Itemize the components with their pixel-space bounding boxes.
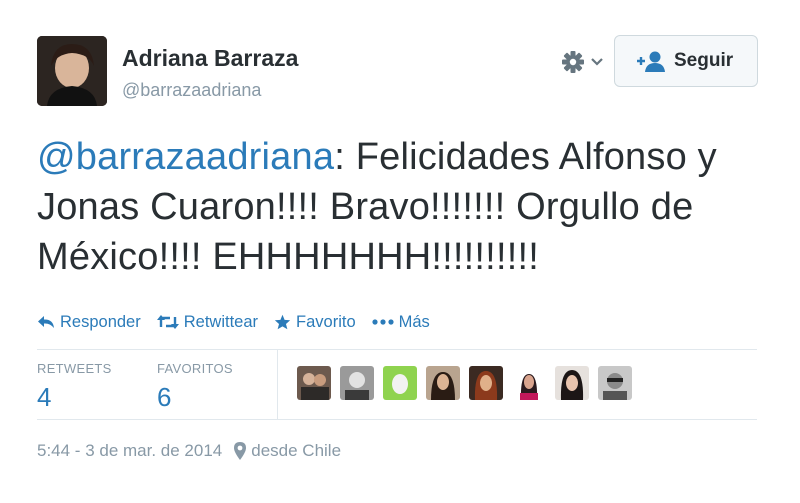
divider: [37, 349, 757, 350]
settings-dropdown[interactable]: [560, 48, 608, 76]
more-label: Más: [398, 312, 430, 331]
follow-button-label: Seguir: [674, 50, 734, 71]
favoriter-avatar[interactable]: [383, 366, 417, 400]
user-name[interactable]: Adriana Barraza: [122, 45, 298, 72]
gear-icon: [562, 51, 603, 73]
retweet-label: Retwittear: [183, 312, 259, 331]
retweets-count: 4: [37, 382, 52, 412]
avatar[interactable]: [37, 36, 107, 106]
retweets-stat[interactable]: RETWEETS 4: [37, 361, 112, 413]
divider: [37, 419, 757, 420]
favorites-count: 6: [157, 382, 172, 412]
favorites-stat[interactable]: FAVORITOS 6: [157, 361, 233, 413]
reply-label: Responder: [60, 312, 141, 331]
tweet-meta: 5:44 - 3 de mar. de 2014 desde Chile: [37, 441, 341, 461]
retweet-button[interactable]: Retwittear: [156, 312, 259, 332]
reply-button[interactable]: Responder: [37, 313, 141, 332]
retweet-icon: [156, 315, 179, 329]
add-user-icon: [637, 51, 665, 72]
location-pin-icon: [234, 442, 247, 460]
more-button[interactable]: Más: [372, 313, 430, 332]
favoriter-avatar[interactable]: [426, 366, 460, 400]
chevron-down-icon: [591, 58, 603, 66]
tweet-actions: Responder Retwittear Favorito Más: [37, 310, 446, 334]
location[interactable]: desde Chile: [251, 441, 341, 461]
star-icon: [274, 314, 291, 330]
favoriter-avatar[interactable]: [598, 366, 632, 400]
tweet-mention[interactable]: @barrazaadriana: [37, 136, 334, 178]
favoriters-avatars: [297, 366, 641, 400]
favorite-label: Favorito: [296, 312, 356, 331]
vertical-divider: [277, 350, 278, 419]
user-handle[interactable]: @barrazaadriana: [122, 80, 261, 101]
retweets-label: RETWEETS: [37, 361, 112, 376]
favoriter-avatar[interactable]: [297, 366, 331, 400]
favoriter-avatar[interactable]: [469, 366, 503, 400]
tweet-text: @barrazaadriana: Felicidades Alfonso y J…: [37, 132, 767, 282]
timestamp[interactable]: 5:44 - 3 de mar. de 2014: [37, 441, 222, 461]
reply-icon: [38, 316, 54, 328]
favoriter-avatar[interactable]: [555, 366, 589, 400]
favorite-button[interactable]: Favorito: [274, 313, 356, 332]
favorites-label: FAVORITOS: [157, 361, 233, 376]
follow-button[interactable]: Seguir: [614, 35, 758, 87]
favoriter-avatar[interactable]: [512, 366, 546, 400]
more-icon: [372, 319, 394, 325]
favoriter-avatar[interactable]: [340, 366, 374, 400]
